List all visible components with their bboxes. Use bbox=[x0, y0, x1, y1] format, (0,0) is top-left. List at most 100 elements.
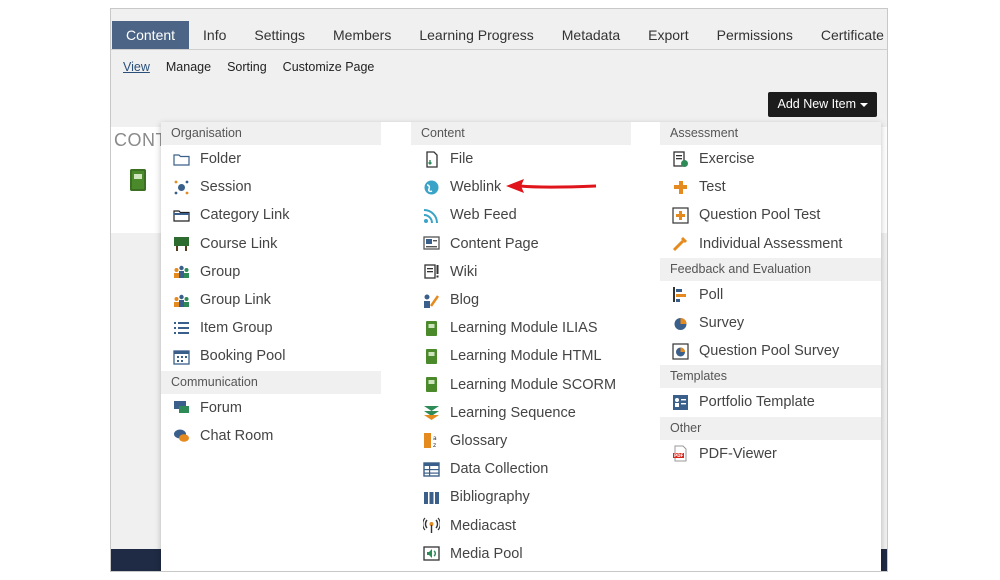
forum-icon bbox=[173, 399, 190, 416]
caret-down-icon bbox=[860, 102, 868, 107]
menu-item-course-link[interactable]: Course Link bbox=[161, 230, 381, 258]
menu-item-exercise[interactable]: Exercise bbox=[660, 145, 881, 173]
menu-item-glossary[interactable]: a z Glossary bbox=[411, 427, 631, 455]
menu-item-wiki[interactable]: Wiki bbox=[411, 258, 631, 286]
menu-item-label: Course Link bbox=[200, 235, 278, 252]
menu-item-pdf-viewer[interactable]: PDF PDF-Viewer bbox=[660, 440, 881, 468]
booking-pool-icon bbox=[173, 348, 190, 365]
menu-item-label: Content Page bbox=[450, 235, 539, 252]
menu-group-heading-communication: Communication bbox=[161, 370, 381, 394]
menu-item-blog[interactable]: Blog bbox=[411, 286, 631, 314]
add-new-item-button[interactable]: Add New Item bbox=[768, 92, 877, 117]
poll-icon bbox=[672, 286, 689, 303]
learning-module-icon bbox=[423, 320, 440, 337]
menu-item-label: Web Feed bbox=[450, 207, 517, 224]
add-new-item-label: Add New Item bbox=[777, 97, 856, 111]
menu-item-poll[interactable]: Poll bbox=[660, 281, 881, 309]
menu-item-learning-module-scorm[interactable]: Learning Module SCORM bbox=[411, 371, 631, 399]
sub-tabs: View Manage Sorting Customize Page bbox=[115, 57, 382, 77]
menu-item-file[interactable]: File bbox=[411, 145, 631, 173]
menu-item-label: Question Pool Test bbox=[699, 207, 821, 224]
subtab-view[interactable]: View bbox=[115, 57, 158, 77]
menu-item-test[interactable]: Test bbox=[660, 173, 881, 201]
menu-item-question-pool-test[interactable]: Question Pool Test bbox=[660, 201, 881, 229]
menu-item-label: Exercise bbox=[699, 151, 755, 168]
menu-group-heading-feedback-and-evaluation: Feedback and Evaluation bbox=[660, 257, 881, 281]
menu-item-label: Wiki bbox=[450, 263, 478, 280]
tab-permissions[interactable]: Permissions bbox=[703, 21, 807, 49]
chat-room-icon bbox=[173, 427, 190, 444]
content-page-icon bbox=[423, 235, 440, 252]
item-group-icon bbox=[173, 320, 190, 337]
menu-item-label: Category Link bbox=[200, 207, 290, 224]
mediacast-icon bbox=[422, 517, 441, 534]
tab-certificate[interactable]: Certificate bbox=[807, 21, 887, 49]
menu-item-mediacast[interactable]: Mediacast bbox=[411, 511, 631, 539]
tab-settings[interactable]: Settings bbox=[240, 21, 319, 49]
menu-item-forum[interactable]: Forum bbox=[161, 394, 381, 422]
question-pool-survey-icon bbox=[672, 343, 689, 360]
menu-item-label: Session bbox=[200, 179, 252, 196]
menu-item-label: Group Link bbox=[200, 292, 271, 309]
tab-info[interactable]: Info bbox=[189, 21, 240, 49]
learning-module-icon[interactable] bbox=[130, 169, 146, 191]
menu-item-label: Data Collection bbox=[450, 461, 549, 478]
menu-item-portfolio-template[interactable]: Portfolio Template bbox=[660, 388, 881, 416]
tab-members[interactable]: Members bbox=[319, 21, 405, 49]
menu-item-folder[interactable]: Folder bbox=[161, 145, 381, 173]
menu-item-learning-sequence[interactable]: Learning Sequence bbox=[411, 399, 631, 427]
menu-item-learning-module-ilias[interactable]: Learning Module ILIAS bbox=[411, 314, 631, 342]
menu-item-label: Mediacast bbox=[450, 517, 517, 534]
menu-item-label: Portfolio Template bbox=[699, 394, 815, 411]
tab-export[interactable]: Export bbox=[634, 21, 702, 49]
menu-item-individual-assessment[interactable]: Individual Assessment bbox=[660, 230, 881, 258]
menu-group-heading-organisation: Organisation bbox=[161, 122, 381, 145]
menu-item-chat-room[interactable]: Chat Room bbox=[161, 422, 381, 450]
pdf-viewer-icon: PDF bbox=[672, 445, 689, 462]
menu-item-label: Poll bbox=[699, 286, 724, 303]
app-frame: Content Info Settings Members Learning P… bbox=[110, 8, 888, 572]
menu-item-media-pool[interactable]: Media Pool bbox=[411, 540, 631, 568]
individual-assessment-icon bbox=[672, 235, 689, 252]
menu-item-label: Item Group bbox=[200, 320, 273, 337]
menu-item-label: Booking Pool bbox=[200, 348, 286, 365]
menu-item-learning-module-html[interactable]: Learning Module HTML bbox=[411, 342, 631, 370]
wiki-icon bbox=[423, 263, 440, 280]
folder-icon bbox=[173, 151, 190, 168]
content-heading: CONT bbox=[114, 130, 167, 150]
menu-item-session[interactable]: Session bbox=[161, 173, 381, 201]
blog-icon bbox=[423, 292, 440, 309]
menu-item-label: Question Pool Survey bbox=[699, 343, 840, 360]
menu-item-label: Weblink bbox=[450, 179, 502, 196]
menu-item-group-link[interactable]: Group Link bbox=[161, 286, 381, 314]
menu-item-label: Bibliography bbox=[450, 489, 530, 506]
subtab-customize-page[interactable]: Customize Page bbox=[275, 57, 383, 77]
learning-sequence-icon bbox=[423, 404, 440, 421]
menu-item-survey[interactable]: Survey bbox=[660, 309, 881, 337]
menu-item-label: Forum bbox=[200, 399, 242, 416]
subtab-manage[interactable]: Manage bbox=[158, 57, 219, 77]
tab-metadata[interactable]: Metadata bbox=[548, 21, 634, 49]
tab-content[interactable]: Content bbox=[112, 21, 190, 49]
survey-icon bbox=[672, 315, 689, 332]
menu-item-bibliography[interactable]: Bibliography bbox=[411, 483, 631, 511]
learning-module-icon bbox=[423, 376, 440, 393]
menu-item-label: Survey bbox=[699, 315, 745, 332]
menu-item-content-page[interactable]: Content Page bbox=[411, 230, 631, 258]
menu-item-data-collection[interactable]: Data Collection bbox=[411, 455, 631, 483]
menu-item-item-group[interactable]: Item Group bbox=[161, 314, 381, 342]
menu-item-category-link[interactable]: Category Link bbox=[161, 201, 381, 229]
category-link-icon bbox=[173, 207, 190, 224]
menu-item-question-pool-survey[interactable]: Question Pool Survey bbox=[660, 337, 881, 365]
portfolio-template-icon bbox=[672, 394, 689, 411]
menu-item-label: Learning Sequence bbox=[450, 404, 576, 421]
subtab-sorting[interactable]: Sorting bbox=[219, 57, 275, 77]
tab-learning-progress[interactable]: Learning Progress bbox=[405, 21, 547, 49]
web-feed-icon bbox=[423, 207, 440, 224]
menu-group-heading-assessment: Assessment bbox=[660, 122, 881, 145]
menu-item-web-feed[interactable]: Web Feed bbox=[411, 201, 631, 229]
menu-item-label: PDF-Viewer bbox=[699, 445, 777, 462]
test-icon bbox=[672, 179, 689, 196]
menu-item-booking-pool[interactable]: Booking Pool bbox=[161, 342, 381, 370]
menu-item-group[interactable]: Group bbox=[161, 258, 381, 286]
